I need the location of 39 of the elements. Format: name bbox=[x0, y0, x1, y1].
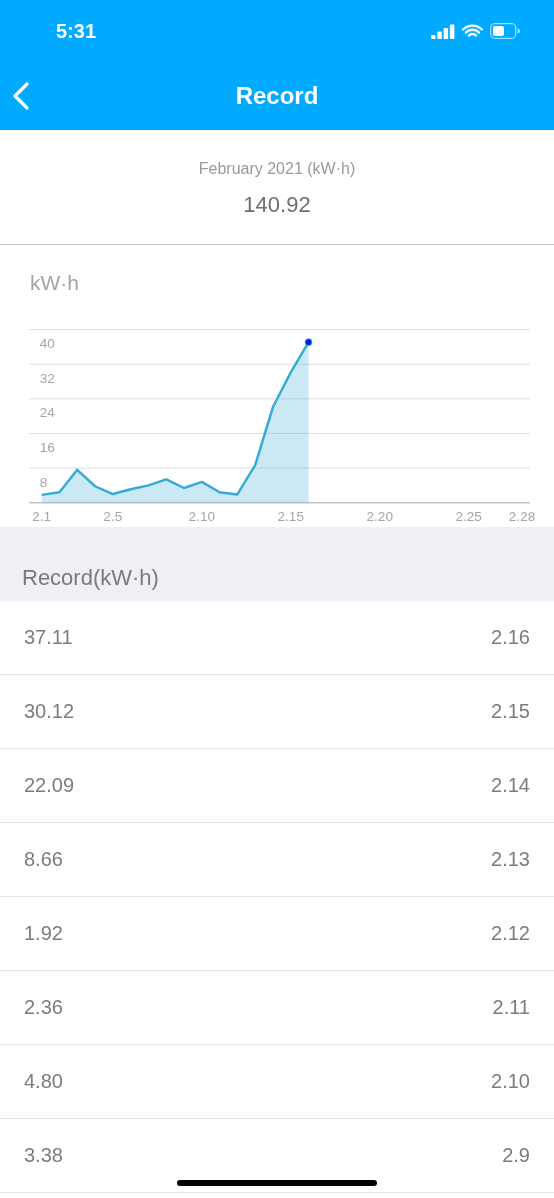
x-tick-label: 2.1 bbox=[32, 509, 52, 525]
data-point bbox=[304, 338, 313, 347]
x-tick-label: 2.25 bbox=[455, 509, 482, 525]
record-value: 30.12 bbox=[24, 700, 75, 723]
month-label: February 2021 (kW·h) bbox=[198, 160, 356, 178]
wifi-icon bbox=[462, 23, 483, 39]
record-value: 1.92 bbox=[24, 922, 63, 945]
x-tick-label: 2.20 bbox=[366, 509, 393, 525]
record-date: 2.11 bbox=[492, 996, 530, 1019]
x-tick-label: 2.5 bbox=[103, 509, 123, 525]
record-value: 8.66 bbox=[24, 848, 63, 871]
battery-icon bbox=[490, 23, 520, 39]
record-value: 4.80 bbox=[24, 1070, 63, 1093]
record-value: 2.36 bbox=[24, 996, 63, 1019]
status-time: 5:31 bbox=[56, 19, 97, 43]
record-date: 2.16 bbox=[491, 626, 530, 649]
section-title: Record(kW·h) bbox=[22, 565, 159, 591]
y-tick-label: 16 bbox=[39, 439, 55, 455]
x-tick-label: 2.10 bbox=[188, 509, 216, 525]
record-date: 2.15 bbox=[491, 700, 530, 723]
record-date: 2.10 bbox=[491, 1070, 530, 1093]
record-date: 2.12 bbox=[491, 922, 530, 945]
record-date: 2.9 bbox=[502, 1144, 530, 1167]
record-date: 2.14 bbox=[491, 774, 530, 797]
record-date: 2.13 bbox=[491, 848, 530, 871]
month-total: 140.92 bbox=[243, 192, 311, 218]
chart-unit-label: kW·h bbox=[30, 271, 79, 295]
record-value: 22.09 bbox=[24, 774, 75, 797]
x-tick-label: 2.15 bbox=[277, 509, 304, 525]
back-chevron-icon bbox=[12, 81, 30, 111]
y-tick-label: 8 bbox=[39, 474, 48, 490]
y-tick-label: 40 bbox=[39, 336, 55, 352]
record-value: 3.38 bbox=[24, 1144, 63, 1167]
x-tick-label: 2.28 bbox=[508, 509, 536, 525]
y-tick-label: 24 bbox=[39, 405, 55, 421]
record-value: 37.11 bbox=[24, 626, 73, 649]
page-title: Record bbox=[235, 82, 319, 110]
signal-icon bbox=[431, 23, 455, 39]
y-tick-label: 32 bbox=[39, 370, 55, 386]
